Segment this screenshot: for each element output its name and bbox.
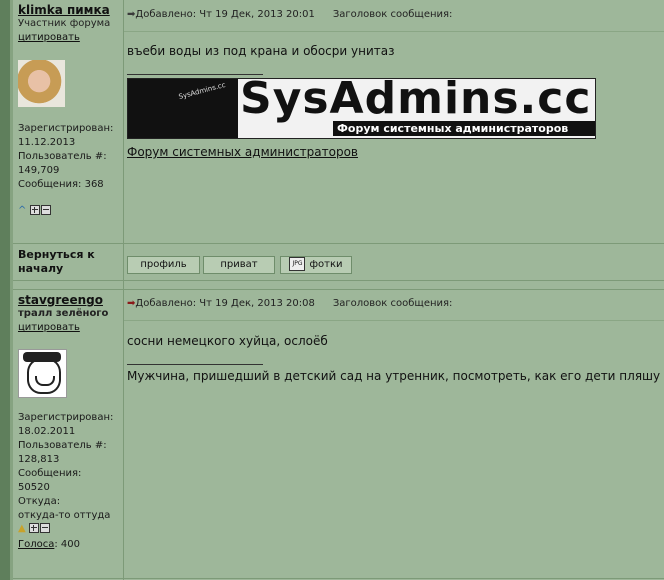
signature-rule: [127, 74, 263, 75]
author-info-2: Зарегистрирован: 18.02.2011 Пользователь…: [18, 411, 113, 523]
left-border-inner: [10, 0, 13, 580]
post-date: Добавлено: Чт 19 Дек, 2013 20:01: [135, 9, 315, 20]
row-divider: [13, 280, 664, 281]
author-icons: ▲: [18, 523, 51, 534]
avatar: [18, 60, 65, 107]
quote-link[interactable]: цитировать: [18, 31, 110, 45]
post-header-1: ➡Добавлено: Чт 19 Дек, 2013 20:01 Заголов…: [127, 9, 452, 20]
plus-icon[interactable]: [29, 205, 40, 215]
signature-rule: [127, 364, 263, 365]
user-number: 149,709: [18, 165, 60, 176]
user-number-label: Пользователь #:: [18, 151, 107, 162]
messages-value: 50520: [18, 482, 50, 493]
messages-label: Сообщения:: [18, 179, 82, 190]
post-header-2: ➡Добавлено: Чт 19 Дек, 2013 20:08 Заголов…: [127, 298, 452, 309]
post-body-1: въеби воды из под крана и обосри унитаз: [127, 44, 395, 58]
author-name-link[interactable]: stavgreengo: [18, 293, 108, 307]
post-author-1: klimka пимка Участник форума цитировать: [18, 3, 110, 45]
registered-label: Зарегистрирован:: [18, 123, 114, 134]
location-label: Откуда:: [18, 496, 61, 507]
back-to-top-link[interactable]: Вернуться к началу: [18, 248, 118, 276]
minus-icon[interactable]: [40, 205, 51, 215]
author-icons: ^: [18, 205, 52, 216]
banner-title: SysAdmins.cc: [240, 78, 592, 124]
plus-icon[interactable]: [28, 523, 39, 533]
registered-label: Зарегистрирован:: [18, 412, 114, 423]
location-value: откуда-то оттуда: [18, 510, 111, 521]
column-divider: [123, 0, 124, 580]
rank-chevron-icon: ▲: [18, 523, 26, 534]
photos-button[interactable]: JPG фотки: [280, 256, 352, 274]
minus-icon[interactable]: [39, 523, 50, 533]
author-name-link[interactable]: klimka пимка: [18, 3, 110, 17]
post-date: Добавлено: Чт 19 Дек, 2013 20:08: [135, 298, 315, 309]
avatar: [18, 349, 67, 398]
photo-icon: JPG: [289, 257, 306, 271]
post-subject-label: Заголовок сообщения:: [332, 298, 453, 309]
registered-date: 11.12.2013: [18, 137, 76, 148]
signature-banner[interactable]: SysAdmins.cc SysAdmins.cc Форум системны…: [127, 78, 596, 139]
post-body-2: сосни немецкого хуйца, ослоёб: [127, 334, 328, 348]
author-rank: тралл зелёного: [18, 308, 109, 319]
private-message-button[interactable]: приват: [203, 256, 275, 274]
up-arrow-icon[interactable]: ^: [18, 205, 26, 216]
messages-label: Сообщения:: [18, 468, 82, 479]
user-number: 128,813: [18, 454, 60, 465]
votes-value: : 400: [54, 539, 80, 550]
post-subject-label: Заголовок сообщения:: [332, 9, 453, 20]
post-header-rule: [124, 320, 664, 321]
photos-label: фотки: [309, 259, 343, 270]
post-header-rule: [124, 31, 664, 32]
messages-count: Сообщения: 368: [18, 178, 113, 192]
author-rank: Участник форума: [18, 18, 111, 29]
banner-subtitle: Форум системных администраторов: [333, 121, 595, 136]
signature-text: Мужчина, пришедший в детский сад на утре…: [127, 369, 661, 383]
votes: Голоса: 400: [18, 538, 80, 552]
votes-link[interactable]: Голоса: [18, 539, 54, 550]
post-author-2: stavgreengo тралл зелёного цитировать: [18, 293, 108, 335]
row-divider: [13, 578, 664, 579]
registered-date: 18.02.2011: [18, 426, 76, 437]
quote-link[interactable]: цитировать: [18, 321, 108, 335]
user-number-label: Пользователь #:: [18, 440, 107, 451]
row-divider: [13, 243, 664, 244]
author-info-1: Зарегистрирован: 11.12.2013 Пользователь…: [18, 122, 113, 192]
signature-link[interactable]: Форум системных администраторов: [127, 145, 358, 159]
row-divider: [13, 289, 664, 290]
profile-button[interactable]: профиль: [127, 256, 200, 274]
messages-value: 368: [84, 179, 104, 190]
